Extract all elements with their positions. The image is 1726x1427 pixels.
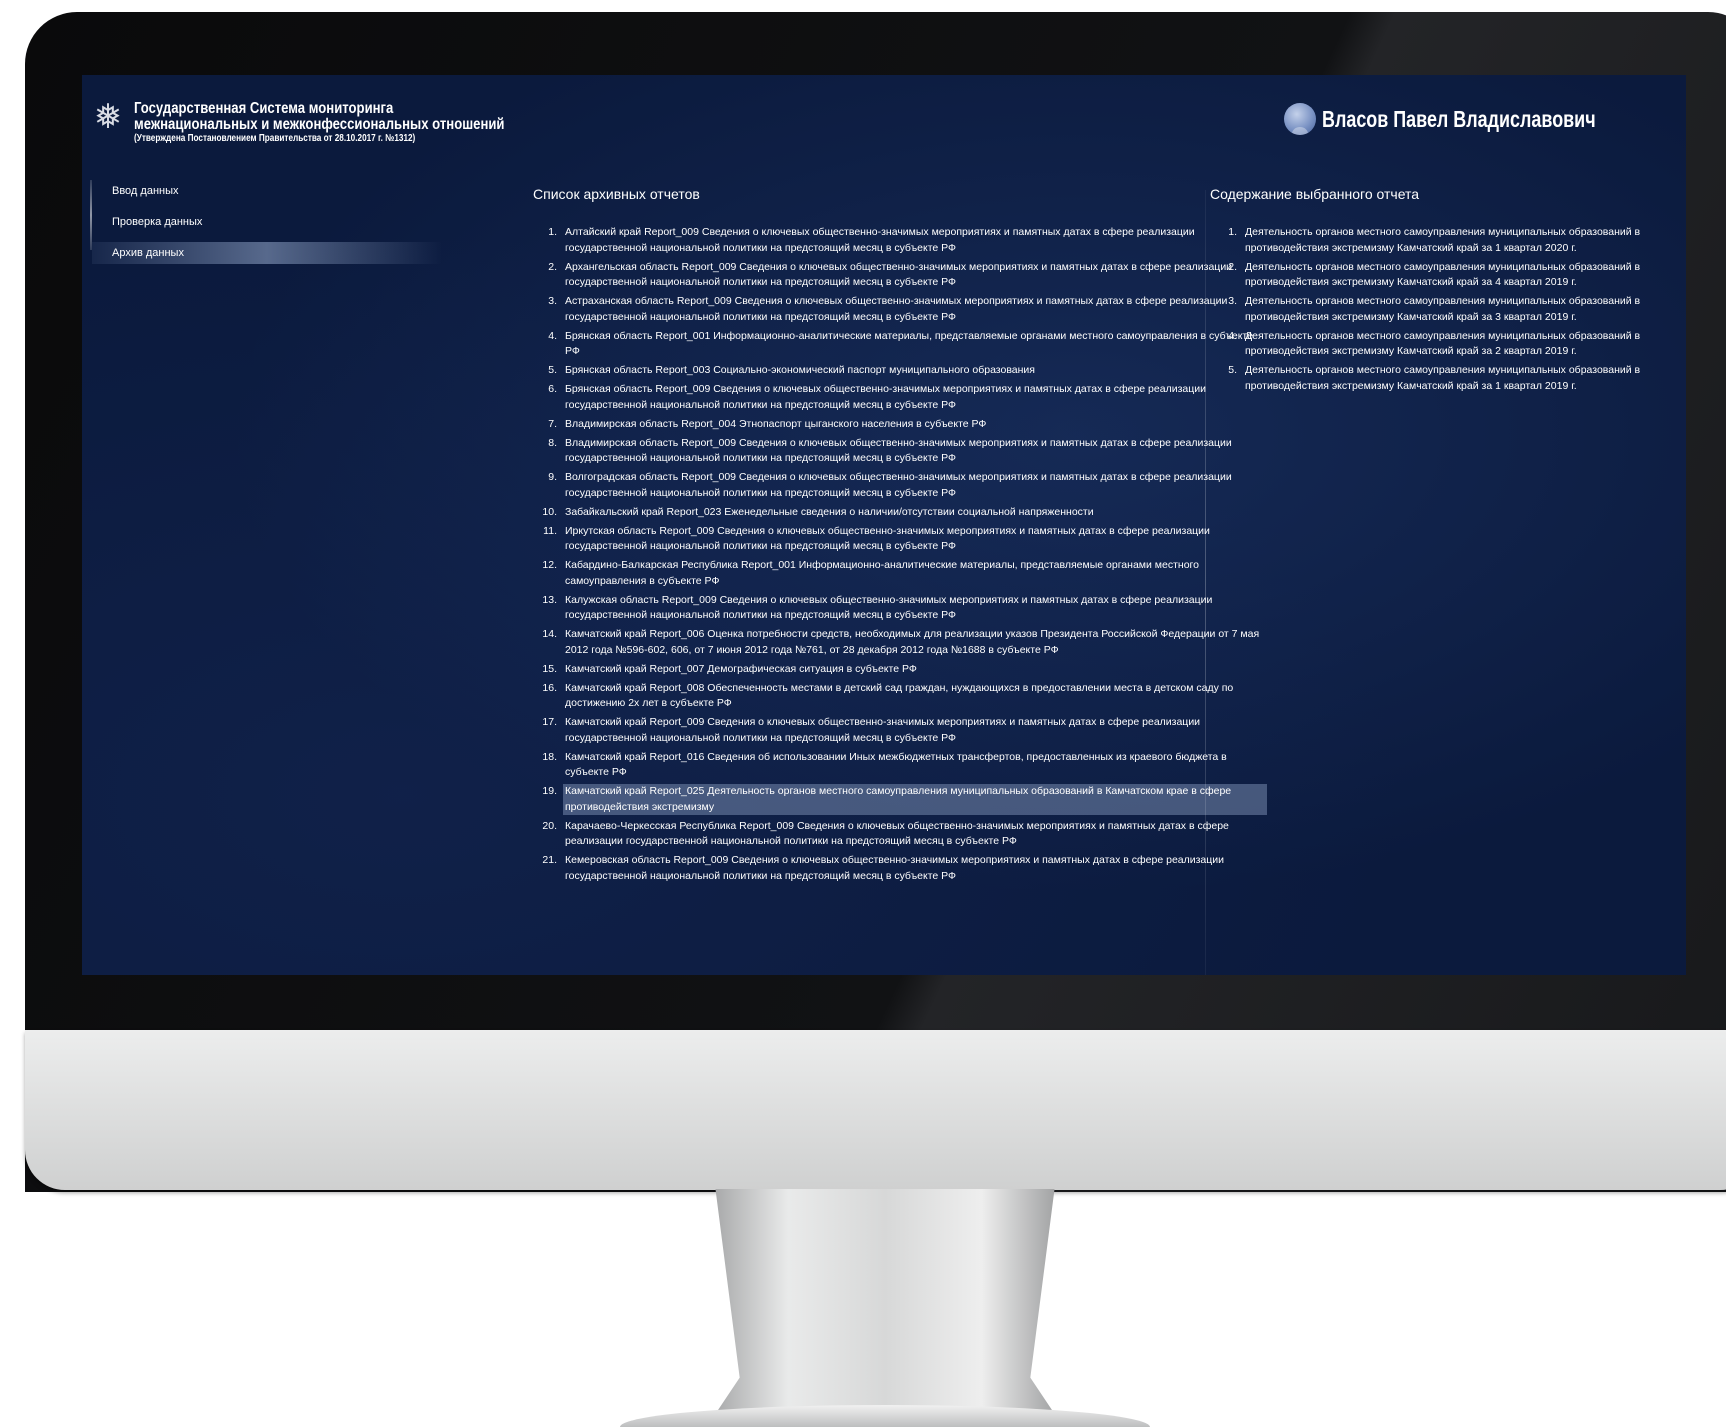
- monitor-stand: [712, 1189, 1058, 1419]
- archive-report-item-text[interactable]: Камчатский край Report_006 Оценка потреб…: [563, 627, 1267, 658]
- archive-report-item-text[interactable]: Архангельская область Report_009 Сведени…: [563, 260, 1267, 291]
- user-name[interactable]: Власов Павел Владиславович: [1322, 106, 1596, 133]
- archive-report-item-number: 6.: [548, 383, 557, 395]
- archive-report-item-text[interactable]: Камчатский край Report_009 Сведения о кл…: [563, 715, 1267, 746]
- report-content-item-number: 3.: [1228, 295, 1237, 307]
- archive-report-item[interactable]: 15. Камчатский край Report_007 Демографич…: [535, 662, 1267, 678]
- archive-report-item[interactable]: 16. Камчатский край Report_008 Обеспеченн…: [535, 681, 1267, 712]
- system-title-line1: Государственная Система мониторинга: [134, 100, 394, 117]
- archive-report-item-number: 9.: [548, 471, 557, 483]
- report-content-item[interactable]: 2. Деятельность органов местного самоупра…: [1215, 260, 1685, 291]
- report-content-list: 1. Деятельность органов местного самоупра…: [1215, 225, 1685, 398]
- archive-report-item-text[interactable]: Владимирская область Report_004 Этнопасп…: [563, 417, 1267, 433]
- archive-report-item-number: 1.: [548, 226, 557, 238]
- archive-report-item-text[interactable]: Брянская область Report_001 Информационн…: [563, 329, 1267, 360]
- report-content-item-number: 2.: [1228, 260, 1237, 273]
- archive-report-item-number: 21.: [542, 854, 557, 866]
- archive-report-item-number: 16.: [542, 681, 557, 694]
- archive-report-item-number: 14.: [542, 628, 557, 640]
- archive-report-item[interactable]: 2. Архангельская область Report_009 Сведе…: [535, 260, 1267, 291]
- coat-of-arms-icon: ❅: [93, 98, 123, 136]
- sidebar-item-data-check[interactable]: Проверка данных: [112, 211, 202, 233]
- archive-report-item-text[interactable]: Камчатский край Report_007 Демографическ…: [563, 662, 1267, 678]
- archive-report-item-number: 19.: [542, 785, 557, 797]
- user-profile[interactable]: Власов Павел Владиславович: [1284, 101, 1673, 137]
- archive-report-item-number: 4.: [548, 329, 557, 342]
- archive-report-item[interactable]: 6. Брянская область Report_009 Сведения о…: [535, 382, 1267, 413]
- archive-report-item-text[interactable]: Иркутская область Report_009 Сведения о …: [563, 524, 1267, 555]
- sidebar-item-data-archive[interactable]: Архив данных: [92, 242, 442, 264]
- archive-report-item-text[interactable]: Камчатский край Report_008 Обеспеченност…: [563, 681, 1267, 712]
- monitor-stand-base: [620, 1405, 1150, 1427]
- archive-report-item-number: 10.: [542, 505, 557, 518]
- archive-report-item-text[interactable]: Брянская область Report_003 Социально-эк…: [563, 363, 1267, 379]
- archive-report-item-text[interactable]: Забайкальский край Report_023 Еженедельн…: [563, 505, 1267, 521]
- report-content-item-text[interactable]: Деятельность органов местного самоуправл…: [1243, 363, 1685, 394]
- report-content-item-text[interactable]: Деятельность органов местного самоуправл…: [1243, 329, 1685, 360]
- archive-list-title: Список архивных отчетов: [533, 186, 700, 202]
- report-content-item[interactable]: 1. Деятельность органов местного самоупра…: [1215, 225, 1685, 256]
- archive-report-item-text[interactable]: Кемеровская область Report_009 Сведения …: [563, 853, 1267, 884]
- archive-report-item-text[interactable]: Владимирская область Report_009 Сведения…: [563, 436, 1267, 467]
- archive-report-item[interactable]: 8. Владимирская область Report_009 Сведен…: [535, 436, 1267, 467]
- archive-report-item-text[interactable]: Камчатский край Report_025 Деятельность …: [563, 784, 1267, 815]
- archive-report-item[interactable]: 17. Камчатский край Report_009 Сведения о…: [535, 715, 1267, 746]
- archive-report-item[interactable]: 5. Брянская область Report_003 Социально-…: [535, 363, 1267, 379]
- monitor-chin: [25, 1030, 1726, 1190]
- report-content-item-number: 1.: [1228, 226, 1237, 238]
- archive-report-item-text[interactable]: Астраханская область Report_009 Сведения…: [563, 294, 1267, 325]
- archive-report-item[interactable]: 11. Иркутская область Report_009 Сведения…: [535, 524, 1267, 555]
- archive-report-item-text[interactable]: Кабардино-Балкарская Республика Report_0…: [563, 558, 1267, 589]
- archive-report-item-number: 7.: [548, 417, 557, 430]
- archive-report-item-text[interactable]: Калужская область Report_009 Сведения о …: [563, 593, 1267, 624]
- report-content-item-text[interactable]: Деятельность органов местного самоуправл…: [1243, 294, 1685, 325]
- archive-report-item[interactable]: 18. Камчатский край Report_016 Сведения о…: [535, 750, 1267, 781]
- archive-report-item-number: 8.: [548, 436, 557, 449]
- archive-report-item-text[interactable]: Карачаево-Черкесская Республика Report_0…: [563, 819, 1267, 850]
- archive-report-item[interactable]: 9. Волгоградская область Report_009 Сведе…: [535, 470, 1267, 501]
- report-content-item-text[interactable]: Деятельность органов местного самоуправл…: [1243, 260, 1685, 291]
- archive-report-item-number: 15.: [542, 662, 557, 675]
- report-content-item-text[interactable]: Деятельность органов местного самоуправл…: [1243, 225, 1685, 256]
- column-divider: [1205, 190, 1206, 975]
- archive-report-item-text[interactable]: Камчатский край Report_016 Сведения об и…: [563, 750, 1267, 781]
- archive-report-item[interactable]: 14. Камчатский край Report_006 Оценка пот…: [535, 627, 1267, 658]
- system-title-line2: межнациональных и межконфессиональных от…: [134, 116, 505, 133]
- archive-report-item-number: 11.: [543, 524, 557, 537]
- archive-report-item-number: 2.: [548, 260, 557, 273]
- archive-report-item[interactable]: 12. Кабардино-Балкарская Республика Repor…: [535, 558, 1267, 589]
- archive-report-item[interactable]: 3. Астраханская область Report_009 Сведен…: [535, 294, 1267, 325]
- archive-report-item-number: 3.: [548, 295, 557, 307]
- system-title-subtitle: (Утверждена Постановлением Правительства…: [134, 133, 416, 144]
- archive-report-item-number: 20.: [542, 819, 557, 832]
- archive-report-list: 1. Алтайский край Report_009 Сведения о к…: [535, 225, 1267, 888]
- archive-report-item[interactable]: 7. Владимирская область Report_004 Этнопа…: [535, 417, 1267, 433]
- report-content-item-number: 4.: [1228, 329, 1237, 342]
- archive-report-item-number: 12.: [542, 559, 557, 571]
- app-screen: ❅ Государственная Система мониторинга ме…: [82, 75, 1686, 975]
- archive-report-item-text[interactable]: Алтайский край Report_009 Сведения о клю…: [563, 225, 1267, 256]
- archive-report-item[interactable]: 10. Забайкальский край Report_023 Еженеде…: [535, 505, 1267, 521]
- archive-report-item-number: 18.: [542, 750, 557, 763]
- archive-report-item[interactable]: 20. Карачаево-Черкесская Республика Repor…: [535, 819, 1267, 850]
- archive-report-item-text[interactable]: Волгоградская область Report_009 Сведени…: [563, 470, 1267, 501]
- sidebar-divider: [90, 180, 92, 250]
- report-content-item-number: 5.: [1228, 364, 1237, 376]
- archive-report-item[interactable]: 19. Камчатский край Report_025 Деятельнос…: [535, 784, 1267, 815]
- archive-report-item-text[interactable]: Брянская область Report_009 Сведения о к…: [563, 382, 1267, 413]
- report-content-item[interactable]: 5. Деятельность органов местного самоупра…: [1215, 363, 1685, 394]
- archive-report-item-number: 13.: [542, 593, 557, 606]
- archive-report-item-number: 5.: [548, 364, 557, 376]
- archive-report-item-number: 17.: [542, 716, 557, 728]
- sidebar-item-data-input[interactable]: Ввод данных: [112, 180, 179, 202]
- archive-report-item[interactable]: 13. Калужская область Report_009 Сведения…: [535, 593, 1267, 624]
- archive-report-item[interactable]: 4. Брянская область Report_001 Информацио…: [535, 329, 1267, 360]
- report-content-item[interactable]: 3. Деятельность органов местного самоупра…: [1215, 294, 1685, 325]
- avatar[interactable]: [1284, 103, 1316, 135]
- report-content-title: Содержание выбранного отчета: [1210, 186, 1420, 202]
- report-content-item[interactable]: 4. Деятельность органов местного самоупра…: [1215, 329, 1685, 360]
- archive-report-item[interactable]: 1. Алтайский край Report_009 Сведения о к…: [535, 225, 1267, 256]
- archive-report-item[interactable]: 21. Кемеровская область Report_009 Сведен…: [535, 853, 1267, 884]
- system-title: Государственная Система мониторинга межн…: [134, 101, 504, 145]
